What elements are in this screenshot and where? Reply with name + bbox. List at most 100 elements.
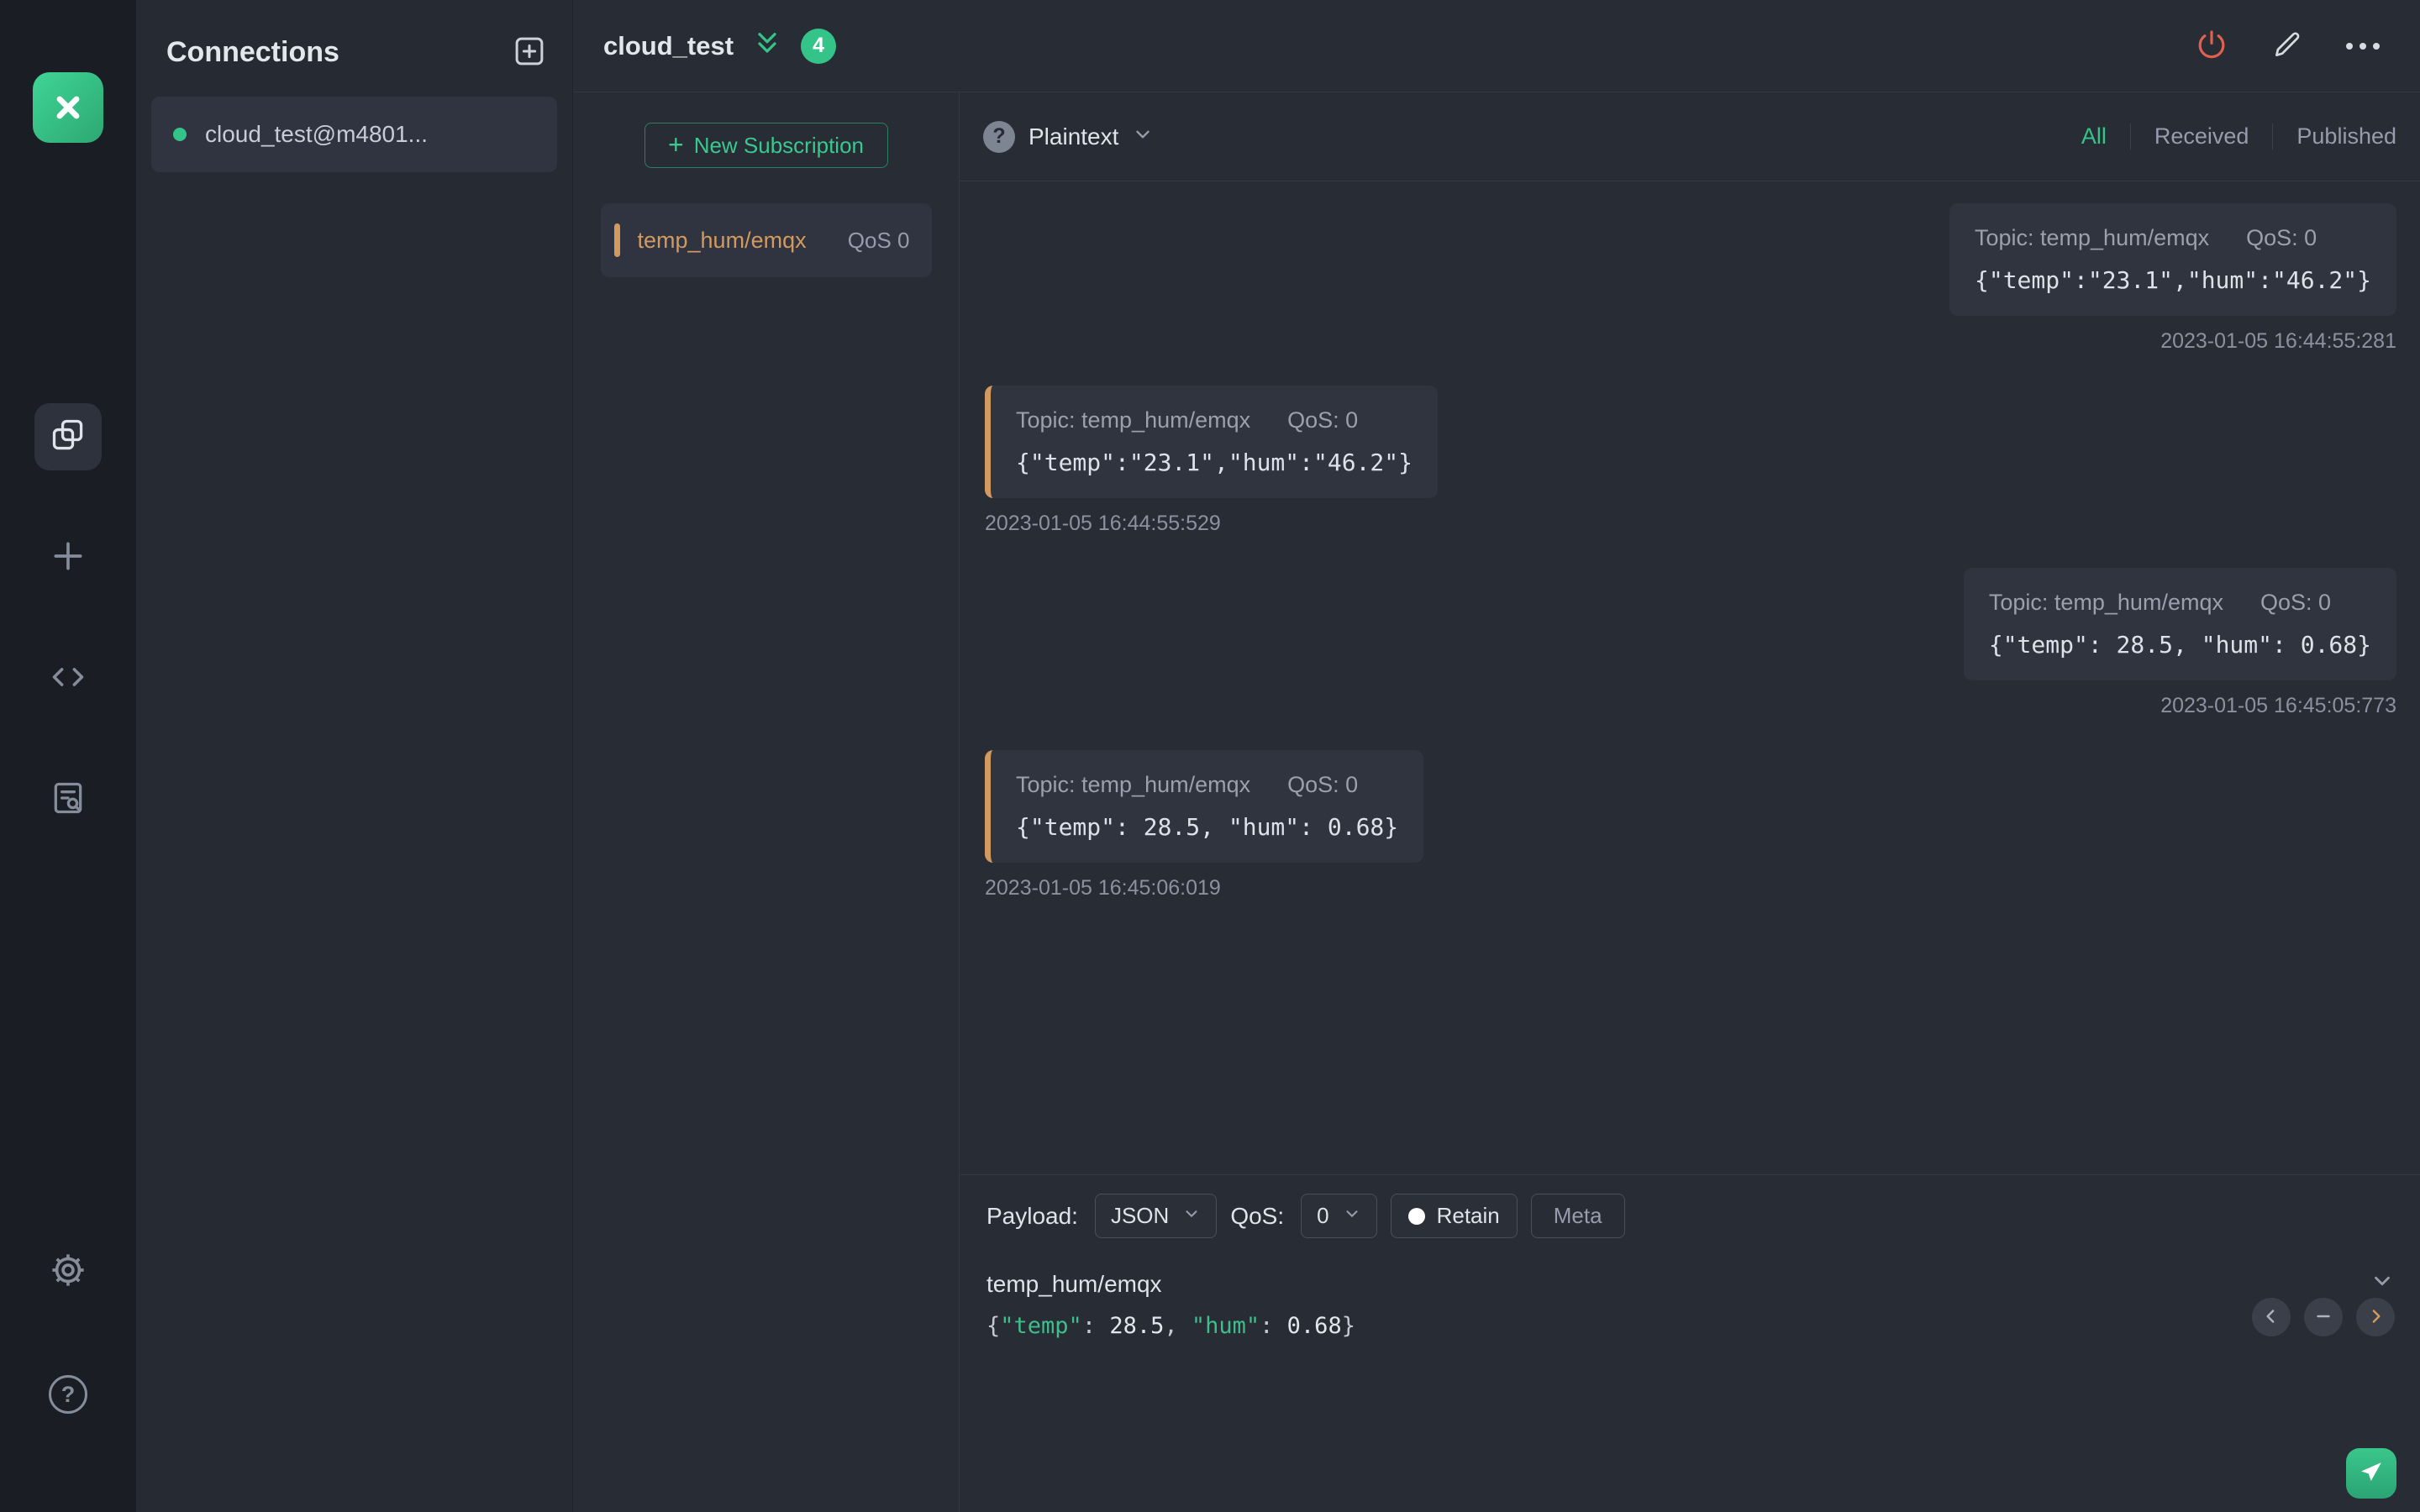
message-meta: Topic: temp_hum/emqx QoS: 0 <box>1975 225 2371 251</box>
subscriptions-panel: + New Subscription temp_hum/emqx QoS 0 <box>573 92 960 1512</box>
new-connection-button[interactable] <box>512 34 547 71</box>
message-bubble[interactable]: Topic: temp_hum/emqx QoS: 0 {"temp":"23.… <box>1949 203 2396 316</box>
filter-all[interactable]: All <box>2058 123 2130 150</box>
connection-body: + New Subscription temp_hum/emqx QoS 0 ?… <box>573 92 2420 1512</box>
editor-token: } <box>1341 1313 1355 1339</box>
send-button[interactable] <box>2346 1448 2396 1499</box>
connections-list: cloud_test@m4801... <box>136 97 572 172</box>
next-payload-button[interactable] <box>2356 1298 2395 1336</box>
message-timestamp: 2023-01-05 16:45:05:773 <box>2160 694 2396 717</box>
topbar-left: cloud_test 4 <box>603 28 837 64</box>
message-meta: Topic: temp_hum/emqx QoS: 0 <box>1989 590 2371 616</box>
editor-token: 28.5 <box>1109 1313 1165 1339</box>
minus-icon <box>2312 1305 2334 1330</box>
more-options-button[interactable] <box>2338 21 2388 71</box>
chevron-down-icon <box>1343 1203 1361 1229</box>
nav-settings[interactable] <box>34 1238 102 1305</box>
message-group-published: Topic: temp_hum/emqx QoS: 0 {"temp": 28.… <box>985 568 2396 718</box>
editor-token: { <box>986 1313 1001 1339</box>
plus-icon: + <box>668 129 684 160</box>
filter-received[interactable]: Received <box>2129 123 2273 150</box>
code-icon <box>50 659 87 700</box>
chevron-down-icon <box>1132 123 1154 150</box>
editor-token: : <box>1260 1313 1287 1339</box>
nav-script[interactable] <box>34 645 102 712</box>
retain-label: Retain <box>1436 1203 1500 1228</box>
disconnect-button[interactable] <box>2186 21 2237 71</box>
help-icon: ? <box>49 1375 87 1414</box>
paper-plane-icon <box>2359 1460 2384 1488</box>
connections-header: Connections <box>136 0 572 97</box>
payload-editor[interactable]: {"temp": 28.5, "hum": 0.68} <box>960 1306 2420 1346</box>
payload-format-dropdown[interactable]: JSON <box>1094 1194 1218 1238</box>
qos-dropdown[interactable]: 0 <box>1301 1194 1377 1238</box>
message-qos: QoS: 0 <box>2260 590 2332 615</box>
message-group-published: Topic: temp_hum/emqx QoS: 0 {"temp":"23.… <box>985 203 2396 354</box>
nav-connections[interactable] <box>34 403 102 470</box>
message-timestamp: 2023-01-05 16:44:55:281 <box>2160 329 2396 353</box>
main-area: cloud_test 4 + New Subscription temp_hum… <box>573 0 2420 1512</box>
payload-history-pager <box>2252 1298 2395 1336</box>
format-label: Plaintext <box>1028 123 1119 150</box>
remove-payload-button[interactable] <box>2304 1298 2343 1336</box>
filter-published[interactable]: Published <box>2272 123 2396 150</box>
qos-label: QoS: <box>1230 1202 1285 1229</box>
nav-help[interactable]: ? <box>34 1361 102 1428</box>
message-payload: {"temp": 28.5, "hum": 0.68} <box>1988 631 2371 659</box>
editor-token: 0.68 <box>1286 1313 1342 1339</box>
meta-button[interactable]: Meta <box>1530 1194 1625 1238</box>
message-bubble[interactable]: Topic: temp_hum/emqx QoS: 0 {"temp": 28.… <box>1963 568 2396 680</box>
connection-title: cloud_test <box>603 30 734 60</box>
message-topic: Topic: temp_hum/emqx <box>1016 772 1251 797</box>
subscription-qos: QoS 0 <box>847 227 910 253</box>
messages-header: ? Plaintext All Received Published <box>960 92 2420 181</box>
ellipsis-icon <box>2346 42 2380 50</box>
payload-format-value: JSON <box>1110 1203 1170 1228</box>
new-subscription-button[interactable]: + New Subscription <box>644 123 888 168</box>
prev-payload-button[interactable] <box>2252 1298 2291 1336</box>
message-meta: Topic: temp_hum/emqx QoS: 0 <box>1016 772 1398 798</box>
edit-connection-button[interactable] <box>2262 21 2312 71</box>
editor-token: , <box>1164 1313 1192 1339</box>
editor-token: "hum" <box>1191 1313 1260 1339</box>
message-topic: Topic: temp_hum/emqx <box>1988 590 2223 615</box>
payload-label: Payload: <box>986 1202 1078 1229</box>
format-help-icon: ? <box>983 120 1015 153</box>
connection-topbar: cloud_test 4 <box>573 0 2420 92</box>
retain-toggle[interactable]: Retain <box>1390 1194 1518 1238</box>
publish-topic-row: temp_hum/emqx <box>960 1257 2420 1306</box>
subscription-topic: temp_hum/emqx <box>637 227 807 253</box>
message-qos: QoS: 0 <box>1287 407 1359 433</box>
arrow-right-icon <box>2365 1305 2386 1330</box>
message-timestamp: 2023-01-05 16:44:55:529 <box>985 512 1221 535</box>
subscription-item[interactable]: temp_hum/emqx QoS 0 <box>600 203 932 277</box>
collapse-editor-icon[interactable] <box>2370 1268 2395 1299</box>
editor-token: "temp" <box>1000 1313 1082 1339</box>
message-payload: {"temp": 28.5, "hum": 0.68} <box>1016 813 1399 841</box>
message-group-received: Topic: temp_hum/emqx QoS: 0 {"temp": 28.… <box>985 750 2396 900</box>
message-payload: {"temp":"23.1","hum":"46.2"} <box>1974 266 2371 294</box>
payload-format-select[interactable]: ? Plaintext <box>983 120 1154 153</box>
publish-panel: Payload: JSON QoS: 0 Retain Meta temp_hu… <box>960 1174 2420 1512</box>
connections-icon <box>50 417 87 458</box>
double-chevron-down-icon[interactable] <box>752 29 782 63</box>
chevron-down-icon <box>1182 1203 1201 1229</box>
message-qos: QoS: 0 <box>2246 225 2317 250</box>
message-meta: Topic: temp_hum/emqx QoS: 0 <box>1016 407 1413 433</box>
nav-log[interactable] <box>34 766 102 833</box>
plus-icon <box>50 538 87 579</box>
connection-name: cloud_test@m4801... <box>205 121 429 147</box>
gear-icon <box>49 1251 87 1294</box>
messages-panel: ? Plaintext All Received Published Topic… <box>960 92 2420 1512</box>
connections-title: Connections <box>166 36 339 68</box>
nav-new-connection[interactable] <box>34 524 102 591</box>
topic-input[interactable]: temp_hum/emqx <box>986 1271 1162 1298</box>
message-bubble[interactable]: Topic: temp_hum/emqx QoS: 0 {"temp": 28.… <box>985 750 1424 863</box>
message-bubble[interactable]: Topic: temp_hum/emqx QoS: 0 {"temp":"23.… <box>985 386 1439 498</box>
power-icon <box>2195 28 2228 64</box>
message-timestamp: 2023-01-05 16:45:06:019 <box>985 876 1221 900</box>
publish-controls: Payload: JSON QoS: 0 Retain Meta <box>960 1175 2420 1257</box>
message-topic: Topic: temp_hum/emqx <box>1974 225 2210 250</box>
log-icon <box>50 780 87 821</box>
connection-item[interactable]: cloud_test@m4801... <box>151 97 557 172</box>
